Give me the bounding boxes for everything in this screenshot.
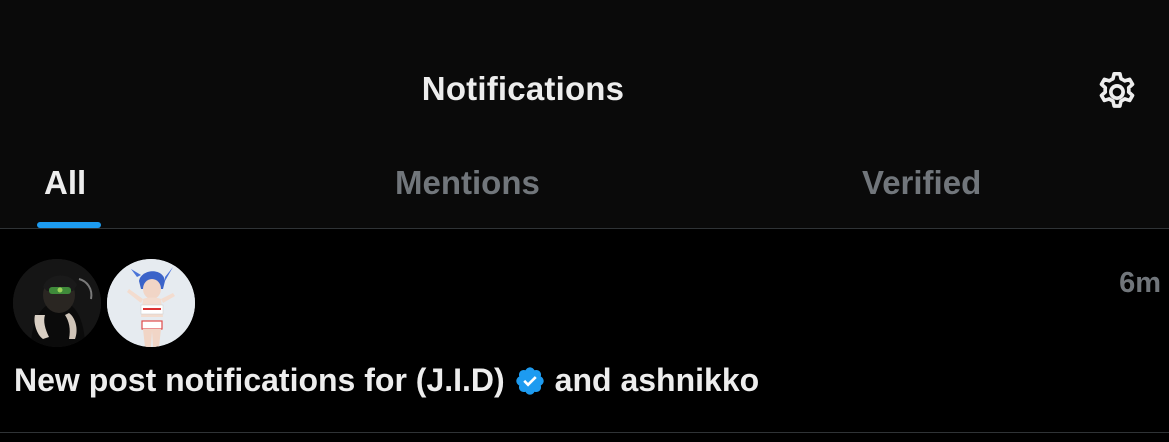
notification-text-prefix: New post notifications for bbox=[14, 362, 407, 398]
tab-verified[interactable]: Verified bbox=[862, 162, 981, 204]
notification-timestamp: 6m bbox=[1119, 267, 1161, 299]
notification-text: New post notifications for (J.I.D) and a… bbox=[14, 362, 759, 399]
settings-button[interactable] bbox=[1093, 68, 1141, 116]
page-title: Notifications bbox=[421, 70, 625, 107]
avatar-ashnikko-image bbox=[107, 259, 195, 347]
tab-mentions[interactable]: Mentions bbox=[395, 162, 540, 204]
notification-item[interactable]: 6m New post notifications for (J.I.D) an… bbox=[0, 229, 1169, 432]
notification-user-jid[interactable]: (J.I.D) bbox=[416, 362, 505, 399]
avatar-jid[interactable] bbox=[13, 259, 101, 347]
avatar-jid-image bbox=[13, 259, 101, 347]
notification-text-suffix[interactable]: and ashnikko bbox=[555, 362, 760, 399]
notification-divider bbox=[0, 432, 1169, 433]
tab-all[interactable]: All bbox=[44, 162, 86, 204]
avatar-ashnikko[interactable] bbox=[107, 259, 195, 347]
notifications-header: Notifications All Mentions Verified bbox=[0, 0, 1169, 229]
gear-icon bbox=[1099, 71, 1135, 108]
verified-badge-icon bbox=[516, 366, 544, 395]
